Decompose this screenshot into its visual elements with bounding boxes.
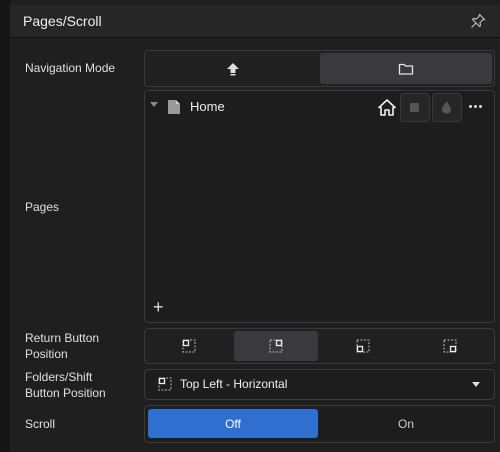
position-top-left-icon [182,339,196,353]
add-page-button[interactable]: + [153,298,164,316]
panel-left-edge [0,0,10,452]
pin-icon[interactable] [470,13,486,29]
return-button-position-label: Return Button Position [25,330,99,362]
panel-title: Pages/Scroll [23,13,102,29]
scroll-toggle: Off On [144,405,495,443]
more-options-icon[interactable] [469,105,484,108]
pages-label: Pages [25,200,60,214]
expand-caret-icon[interactable] [150,102,158,107]
pages-list: Home + [144,90,495,323]
folders-shift-label-line2: Button Position [25,386,106,400]
dropdown-selected-value: Top Left - Horizontal [180,377,288,391]
stop-button[interactable] [400,93,430,122]
upload-arrow-icon [226,62,239,75]
home-icon[interactable] [378,99,396,116]
position-option-top-left[interactable] [147,331,231,361]
folder-icon [398,63,414,75]
position-bottom-right-icon [443,339,457,353]
chevron-down-icon [472,382,480,387]
position-option-bottom-left[interactable] [321,331,405,361]
position-top-right-icon [269,339,283,353]
folders-shift-position-dropdown[interactable]: Top Left - Horizontal [144,369,495,400]
color-drop-button[interactable] [432,93,462,122]
pages-scroll-panel: Pages/Scroll Navigation Mode Pages Home … [0,0,500,452]
position-top-left-horizontal-icon [158,377,172,391]
position-bottom-left-icon [356,339,370,353]
panel-header: Pages/Scroll [10,5,500,38]
page-name: Home [190,99,225,114]
drop-icon [442,101,451,114]
scroll-on-button[interactable]: On [321,409,491,438]
page-document-icon [168,100,180,114]
return-button-label-line1: Return Button [25,331,100,345]
list-item[interactable]: Home [145,91,494,123]
navigation-mode-label: Navigation Mode [25,61,116,75]
return-button-position-selector [144,328,495,364]
stop-square-icon [410,103,419,112]
scroll-off-button[interactable]: Off [148,409,318,438]
navigation-mode-option-folder[interactable] [320,53,492,84]
position-option-bottom-right[interactable] [408,331,492,361]
folders-shift-label-line1: Folders/Shift [25,370,93,384]
return-button-label-line2: Position [25,347,68,361]
navigation-mode-selector [144,50,495,87]
folders-shift-position-label: Folders/Shift Button Position [25,369,106,401]
navigation-mode-option-upload[interactable] [147,53,318,84]
position-option-top-right[interactable] [234,331,318,361]
scroll-label: Scroll [25,417,56,431]
